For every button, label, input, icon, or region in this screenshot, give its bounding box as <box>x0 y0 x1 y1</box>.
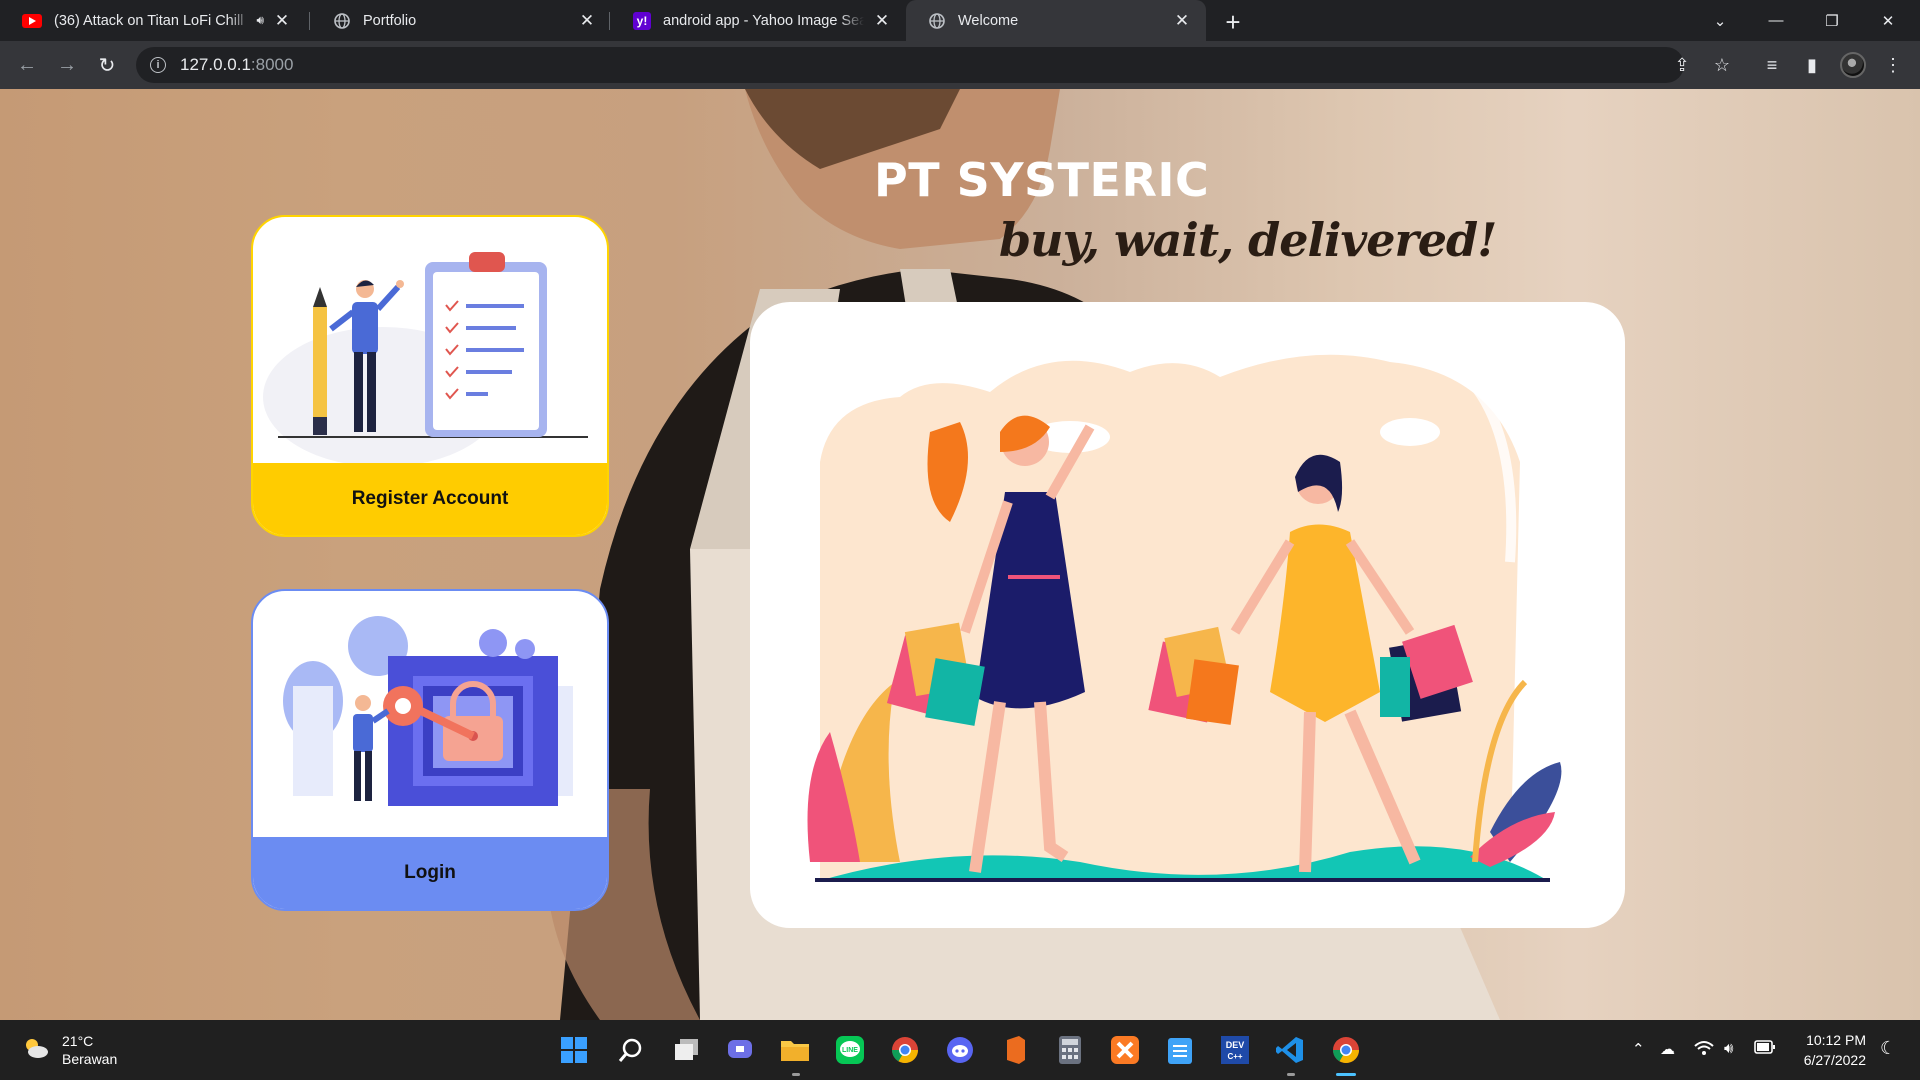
windows-start-icon[interactable] <box>556 1032 592 1068</box>
volume-icon[interactable]: 🔊︎ <box>1724 1040 1733 1057</box>
wifi-icon[interactable] <box>1694 1040 1714 1060</box>
yahoo-icon: y! <box>633 11 651 30</box>
page-viewport: PT SYSTERIC buy, wait, delivered! Regist… <box>0 89 1920 1020</box>
svg-text:LINE: LINE <box>842 1047 858 1054</box>
svg-text:C++: C++ <box>1227 1052 1242 1061</box>
register-illustration <box>263 252 588 467</box>
clock-date: 6/27/2022 <box>1803 1052 1866 1068</box>
battery-icon[interactable] <box>1754 1040 1776 1058</box>
new-tab-button[interactable]: + <box>1219 7 1247 37</box>
running-indicator <box>1287 1073 1295 1076</box>
profile-avatar[interactable] <box>1838 50 1868 80</box>
speaker-icon[interactable]: 🔊︎ <box>256 13 264 28</box>
discord-icon[interactable] <box>942 1032 978 1068</box>
tab-title: Portfolio <box>363 12 417 29</box>
notepad-icon[interactable] <box>1162 1032 1198 1068</box>
share-icon[interactable]: ⇪ <box>1667 50 1697 80</box>
devcpp-icon[interactable]: DEV C++ <box>1217 1032 1253 1068</box>
close-tab-icon[interactable]: ✕ <box>272 11 292 31</box>
forward-arrow-icon[interactable]: → <box>52 50 82 80</box>
show-hidden-icons-chevron[interactable]: ⌃ <box>1632 1040 1645 1058</box>
office-icon[interactable] <box>997 1032 1033 1068</box>
site-info-icon[interactable]: i <box>150 57 166 73</box>
media-control-icon[interactable]: ≡ <box>1757 50 1787 80</box>
login-illustration <box>283 616 573 806</box>
reload-icon[interactable]: ↻ <box>92 50 122 80</box>
brand-tagline: buy, wait, delivered! <box>999 213 1497 267</box>
globe-icon <box>333 12 351 30</box>
minimize-button[interactable]: — <box>1748 0 1804 41</box>
tab-portfolio[interactable]: Portfolio ✕ <box>311 0 611 41</box>
close-tab-icon[interactable]: ✕ <box>872 11 892 31</box>
weather-widget[interactable]: 21°C Berawan <box>22 1032 117 1068</box>
bookmark-star-icon[interactable]: ☆ <box>1707 50 1737 80</box>
focus-moon-icon[interactable]: ☾ <box>1880 1038 1896 1059</box>
line-icon[interactable]: LINE <box>832 1032 868 1068</box>
clock-time: 10:12 PM <box>1806 1032 1866 1048</box>
brand-title: PT SYSTERIC <box>874 153 1210 207</box>
teams-chat-icon[interactable] <box>722 1032 758 1068</box>
restore-button[interactable]: ❐ <box>1804 0 1860 41</box>
temperature: 21°C <box>62 1033 94 1049</box>
running-indicator <box>792 1073 800 1076</box>
address-bar[interactable]: i 127.0.0.1:8000 <box>136 47 1684 83</box>
tab-title: Welcome <box>958 12 1019 29</box>
tab-strip: (36) Attack on Titan LoFi Chill 🔊︎ ✕ Por… <box>0 0 1920 41</box>
calculator-icon[interactable] <box>1052 1032 1088 1068</box>
menu-kebab-icon[interactable]: ⋮ <box>1878 50 1908 80</box>
close-tab-icon[interactable]: ✕ <box>1172 11 1192 31</box>
close-tab-icon[interactable]: ✕ <box>577 11 597 31</box>
xampp-icon[interactable] <box>1107 1032 1143 1068</box>
vscode-icon[interactable] <box>1272 1032 1308 1068</box>
chrome-active-icon[interactable] <box>1328 1032 1364 1068</box>
window-close-button[interactable]: ✕ <box>1860 0 1916 41</box>
active-app-indicator <box>1336 1073 1356 1076</box>
system-clock[interactable]: 10:12 PM 6/27/2022 <box>1786 1030 1866 1070</box>
onedrive-cloud-icon[interactable]: ☁ <box>1660 1040 1675 1058</box>
file-explorer-icon[interactable] <box>777 1032 813 1068</box>
register-account-button[interactable]: Register Account <box>253 463 607 535</box>
weather-description: Berawan <box>62 1051 118 1067</box>
search-icon[interactable] <box>613 1032 649 1068</box>
side-panel-icon[interactable]: ▮ <box>1797 50 1827 80</box>
login-card[interactable]: Login <box>251 589 609 911</box>
windows-taskbar: 21°C Berawan LINE DEV C++ ⌃ ☁ 🔊︎ 10:12 P… <box>0 1020 1920 1080</box>
partly-cloudy-icon <box>22 1036 50 1065</box>
svg-text:DEV: DEV <box>1226 1040 1245 1050</box>
login-button[interactable]: Login <box>253 837 607 909</box>
task-view-icon[interactable] <box>669 1032 705 1068</box>
chrome-icon[interactable] <box>887 1032 923 1068</box>
globe-icon <box>928 12 946 30</box>
tab-yahoo[interactable]: y! android app - Yahoo Image Search ✕ <box>611 0 906 41</box>
tab-welcome[interactable]: Welcome ✕ <box>906 0 1206 41</box>
youtube-icon <box>22 13 42 28</box>
shopping-illustration <box>807 354 1562 882</box>
url-port: :8000 <box>250 55 294 74</box>
tab-youtube[interactable]: (36) Attack on Titan LoFi Chill 🔊︎ ✕ <box>0 0 306 41</box>
url-host: 127.0.0.1 <box>180 55 251 74</box>
browser-toolbar: ← → ↻ i 127.0.0.1:8000 ⇪ ☆ ≡ ▮ ⋮ <box>0 41 1920 89</box>
tab-title: android app - Yahoo Image Search <box>663 12 864 29</box>
tab-title: (36) Attack on Titan LoFi Chill <box>54 12 244 29</box>
register-card[interactable]: Register Account <box>251 215 609 537</box>
hero-card <box>750 302 1625 928</box>
back-arrow-icon[interactable]: ← <box>12 50 42 80</box>
tab-search-chevron-icon[interactable]: ⌄ <box>1692 0 1748 41</box>
